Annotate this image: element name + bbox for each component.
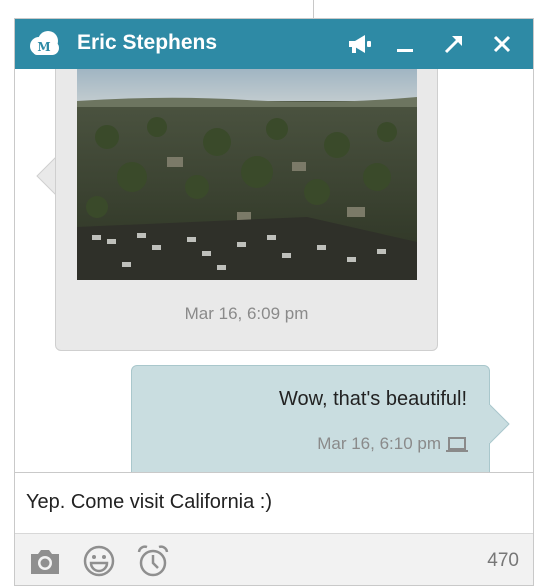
announce-icon[interactable] <box>345 29 375 59</box>
message-text: Wow, that's beautiful! <box>279 388 467 410</box>
character-count: 470 <box>487 550 519 571</box>
message-timestamp: Mar 16, 6:10 pm <box>317 434 441 453</box>
message-input[interactable]: Yep. Come visit California :) <box>15 473 533 533</box>
expand-icon[interactable] <box>439 29 469 59</box>
emoji-icon[interactable] <box>81 544 117 578</box>
camera-icon[interactable] <box>27 544 63 578</box>
incoming-message: Mar 16, 6:09 pm <box>55 69 438 351</box>
chat-titlebar: M Eric Stephens <box>15 19 533 69</box>
bubble-tail <box>36 156 57 196</box>
minimize-icon[interactable] <box>390 29 420 59</box>
message-list[interactable]: Mar 16, 6:09 pm Wow, that's beautiful! M… <box>15 69 533 472</box>
alarm-clock-icon[interactable] <box>135 544 171 578</box>
outgoing-message: Wow, that's beautiful! Mar 16, 6:10 pm <box>131 365 490 472</box>
close-icon[interactable] <box>487 29 517 59</box>
chat-window: M Eric Stephens Mar 16, 6:09 pm Wow, tha… <box>14 18 534 586</box>
app-logo-icon: M <box>30 31 59 55</box>
message-timestamp: Mar 16, 6:09 pm <box>184 304 309 323</box>
laptop-icon <box>446 437 468 452</box>
contact-name[interactable]: Eric Stephens <box>77 31 217 55</box>
bubble-tail <box>489 404 510 444</box>
svg-text:M: M <box>37 40 50 54</box>
separator-line <box>313 0 314 18</box>
photo-attachment[interactable] <box>77 69 417 280</box>
composer-toolbar: 470 <box>15 533 533 585</box>
